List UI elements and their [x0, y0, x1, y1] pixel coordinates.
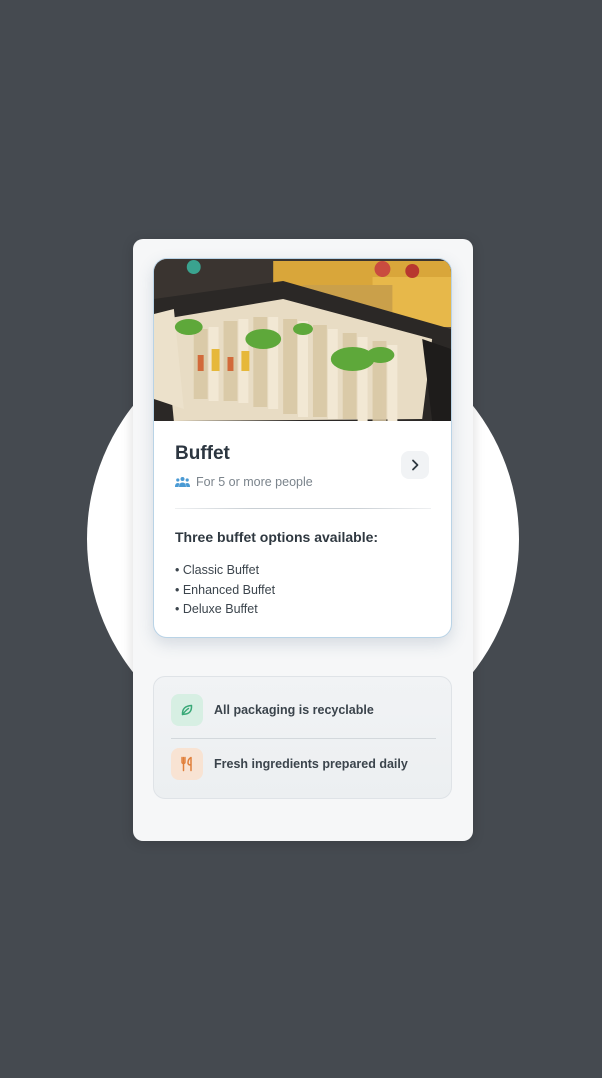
- leaf-icon: [181, 704, 193, 716]
- people-info: For 5 or more people: [175, 475, 313, 489]
- card-divider: [175, 508, 431, 509]
- cutlery-icon-tile: [171, 748, 203, 780]
- people-label: For 5 or more people: [196, 475, 313, 489]
- info-label-fresh: Fresh ingredients prepared daily: [214, 757, 408, 771]
- option-deluxe: • Deluxe Buffet: [175, 602, 258, 616]
- people-group-icon: [175, 477, 190, 487]
- option-enhanced: • Enhanced Buffet: [175, 582, 276, 597]
- info-box: All packaging is recyclable Fresh ingred…: [153, 676, 452, 799]
- open-details-button[interactable]: [401, 451, 429, 479]
- info-divider: [171, 738, 436, 739]
- options-heading: Three buffet options available:: [175, 529, 379, 545]
- card-title: Buffet: [175, 443, 230, 464]
- leaf-icon-tile: [171, 694, 203, 726]
- chevron-right-icon: [412, 459, 419, 471]
- info-item-fresh: Fresh ingredients prepared daily: [171, 748, 408, 780]
- options-list: • Classic Buffet • Enhanced Buffet • Del…: [175, 561, 275, 620]
- buffet-hero-image: [154, 259, 451, 421]
- buffet-card[interactable]: Buffet For 5 or more people Three buffet…: [153, 258, 452, 638]
- info-item-recyclable: All packaging is recyclable: [171, 694, 374, 726]
- option-classic: • Classic Buffet: [175, 563, 260, 577]
- info-label-recyclable: All packaging is recyclable: [214, 703, 374, 717]
- cutlery-icon: [181, 756, 192, 772]
